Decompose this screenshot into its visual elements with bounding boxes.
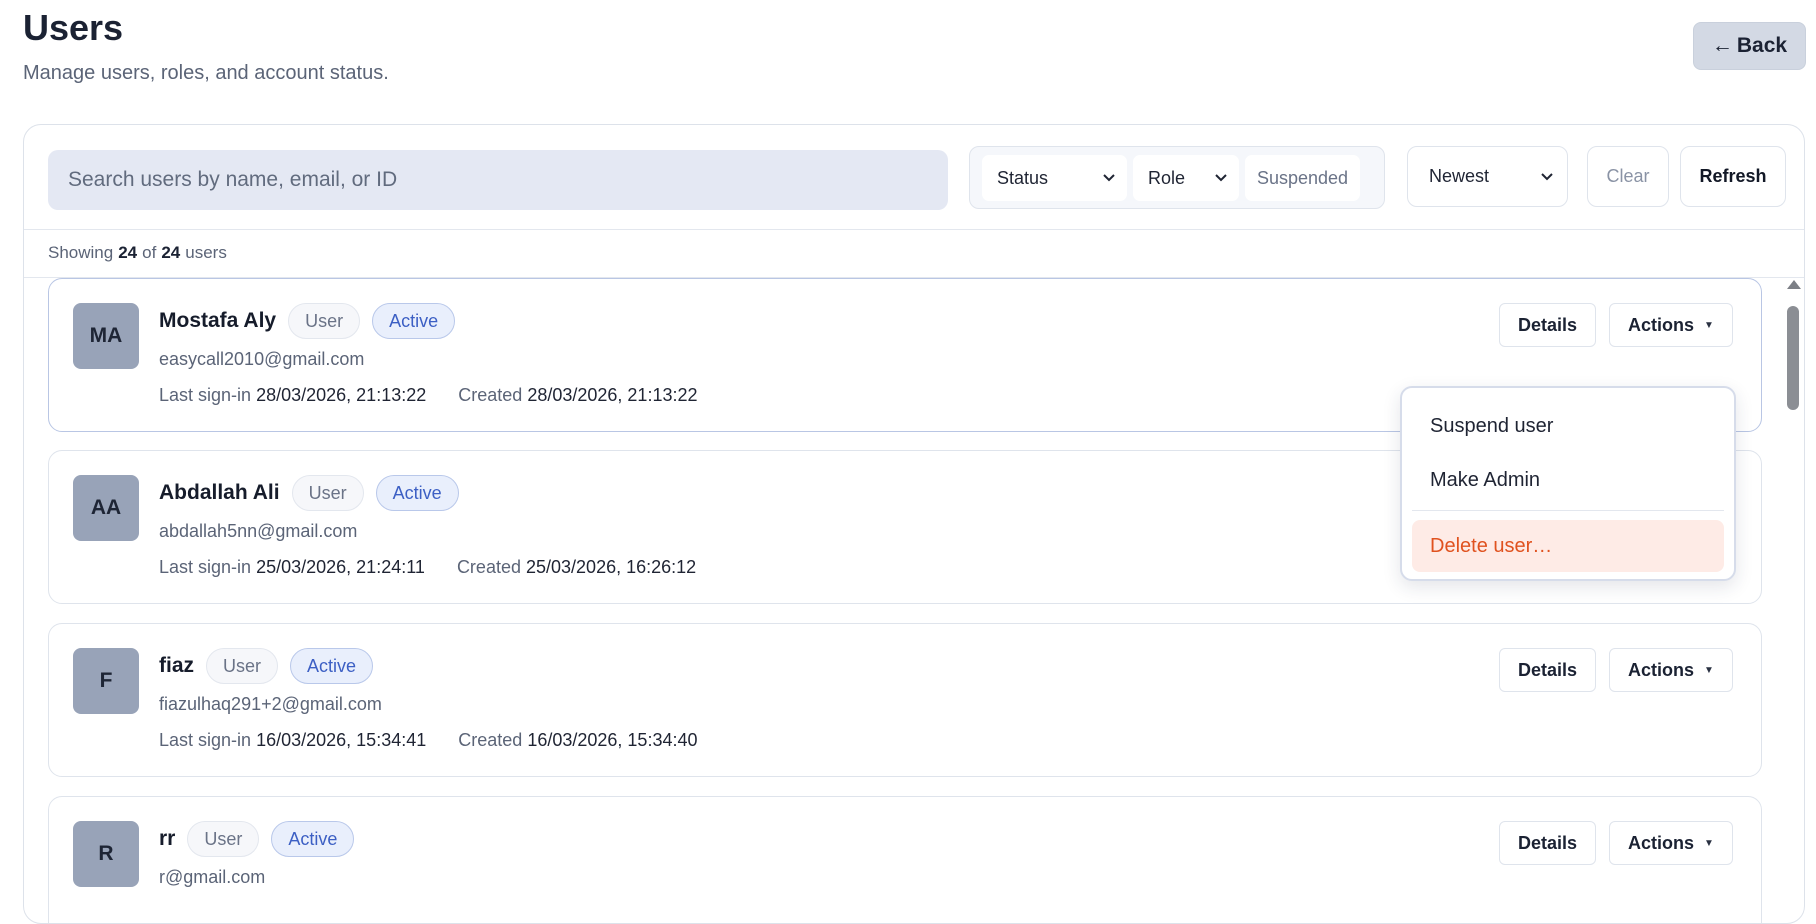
actions-button[interactable]: Actions ▼ (1609, 648, 1733, 692)
actions-dropdown-menu: Suspend user Make Admin Delete user… (1400, 386, 1736, 581)
summary-suffix: users (185, 243, 227, 262)
last-sign-in-label: Last sign-in (159, 730, 252, 750)
last-sign-in-value: 16/03/2026, 15:34:41 (256, 730, 427, 750)
last-sign-in-value: 28/03/2026, 21:13:22 (256, 385, 427, 405)
caret-down-icon: ▼ (1704, 664, 1714, 676)
page-subtitle: Manage users, roles, and account status. (23, 62, 389, 84)
user-meta: Last sign-in 16/03/2026, 15:34:41 Create… (159, 730, 697, 751)
status-badge: Active (271, 821, 355, 857)
avatar: MA (73, 303, 139, 369)
user-name-row: rr User Active (159, 821, 355, 857)
user-card: R rr User Active r@gmail.com Details Act… (48, 796, 1762, 923)
chevron-down-icon (1103, 174, 1115, 182)
last-sign-in-label: Last sign-in (159, 557, 252, 577)
summary-shown-count: 24 (118, 243, 138, 262)
role-select[interactable]: Role (1133, 155, 1239, 201)
role-badge: User (187, 821, 260, 857)
status-badge: Active (375, 475, 459, 511)
chevron-down-icon (1541, 173, 1553, 181)
scroll-thumb[interactable] (1787, 306, 1799, 410)
back-arrow-icon: ← (1711, 34, 1733, 57)
sort-select-label: Newest (1429, 166, 1490, 186)
status-select-label: Status (997, 167, 1049, 188)
user-email: r@gmail.com (159, 867, 266, 887)
chevron-down-icon (1215, 174, 1227, 182)
user-list: MA Mostafa Aly User Active easycall2010@… (24, 278, 1804, 923)
role-badge: User (291, 475, 364, 511)
results-summary: Showing 24 of 24 users (24, 229, 1804, 278)
refresh-button[interactable]: Refresh (1680, 146, 1786, 207)
scroll-up-arrow-icon[interactable] (1787, 280, 1801, 289)
user-email: fiazulhaq291+2@gmail.com (159, 694, 382, 714)
status-select[interactable]: Status (982, 155, 1127, 201)
user-name-row: Mostafa Aly User Active (159, 303, 456, 339)
avatar: AA (73, 475, 139, 541)
actions-button[interactable]: Actions ▼ (1609, 821, 1733, 865)
user-name: rr (159, 827, 176, 850)
details-button[interactable]: Details (1499, 821, 1596, 865)
user-card: F fiaz User Active fiazulhaq291+2@gmail.… (48, 623, 1762, 777)
summary-total-count: 24 (161, 243, 181, 262)
summary-prefix: Showing (48, 243, 114, 262)
created-value: 25/03/2026, 16:26:12 (526, 557, 697, 577)
menu-item-make-admin[interactable]: Make Admin (1412, 454, 1724, 506)
created-value: 16/03/2026, 15:34:40 (527, 730, 698, 750)
avatar: F (73, 648, 139, 714)
user-name: Mostafa Aly (159, 309, 277, 332)
back-button-label: Back (1736, 34, 1788, 57)
actions-button[interactable]: Actions ▼ (1609, 303, 1733, 347)
created-label: Created (458, 730, 523, 750)
menu-item-delete-user[interactable]: Delete user… (1412, 520, 1724, 572)
summary-middle: of (142, 243, 157, 262)
role-badge: User (288, 303, 361, 339)
caret-down-icon: ▼ (1704, 319, 1714, 331)
clear-button[interactable]: Clear (1587, 146, 1669, 207)
list-scrollbar[interactable] (1786, 278, 1801, 923)
status-badge: Active (290, 648, 374, 684)
created-value: 28/03/2026, 21:13:22 (527, 385, 698, 405)
filter-toolbar: Status Role Suspended Newest Clear Refre… (24, 125, 1804, 230)
suspended-toggle[interactable]: Suspended (1245, 155, 1360, 201)
details-button[interactable]: Details (1499, 303, 1596, 347)
user-name-row: Abdallah Ali User Active (159, 475, 459, 511)
details-button[interactable]: Details (1499, 648, 1596, 692)
user-email: abdallah5nn@gmail.com (159, 521, 358, 541)
user-name: fiaz (159, 654, 195, 677)
user-name: Abdallah Ali (159, 481, 280, 504)
sort-select[interactable]: Newest (1407, 146, 1568, 207)
filter-group: Status Role Suspended (969, 146, 1385, 209)
status-badge: Active (372, 303, 456, 339)
search-input[interactable] (48, 150, 948, 210)
actions-button-label: Actions (1628, 832, 1695, 853)
user-meta: Last sign-in 25/03/2026, 21:24:11 Create… (159, 557, 696, 578)
avatar: R (73, 821, 139, 887)
role-badge: User (206, 648, 279, 684)
menu-item-suspend-user[interactable]: Suspend user (1412, 400, 1724, 452)
last-sign-in-label: Last sign-in (159, 385, 252, 405)
back-button[interactable]: ← Back (1693, 22, 1806, 70)
last-sign-in-value: 25/03/2026, 21:24:11 (256, 557, 425, 577)
page-title: Users (23, 7, 124, 48)
actions-button-label: Actions (1628, 659, 1695, 680)
user-name-row: fiaz User Active (159, 648, 374, 684)
created-label: Created (458, 385, 523, 405)
actions-button-label: Actions (1628, 314, 1695, 335)
role-select-label: Role (1148, 167, 1186, 188)
menu-divider (1412, 510, 1724, 511)
user-meta: Last sign-in 28/03/2026, 21:13:22 Create… (159, 385, 697, 406)
user-email: easycall2010@gmail.com (159, 349, 365, 369)
caret-down-icon: ▼ (1704, 837, 1714, 849)
created-label: Created (456, 557, 521, 577)
